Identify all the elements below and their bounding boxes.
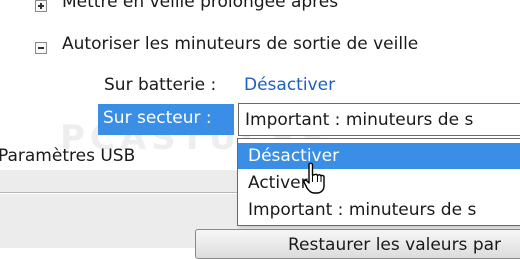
tree-item-parametres-usb[interactable]: Paramètres USB: [0, 146, 135, 166]
mouse-pointer-icon: [303, 162, 325, 194]
dropdown-option-label: Activer: [248, 173, 308, 193]
dropdown-option-label: Important : minuteurs de s: [248, 200, 477, 220]
sur-batterie-value[interactable]: Désactiver: [244, 75, 335, 95]
sur-secteur-label-text: Sur secteur :: [103, 108, 212, 128]
restore-defaults-button-label: Restaurer les valeurs par: [288, 235, 502, 255]
dropdown-option-desactiver[interactable]: Désactiver: [238, 143, 520, 169]
sur-secteur-combobox-value: Important : minuteurs de s: [245, 110, 474, 130]
restore-defaults-button[interactable]: Restaurer les valeurs par: [195, 229, 520, 259]
sur-batterie-label: Sur batterie :: [104, 75, 217, 95]
sur-secteur-combobox[interactable]: Important : minuteurs de s: [238, 103, 520, 136]
minus-collapser-icon[interactable]: [35, 42, 47, 54]
dropdown-option-activer[interactable]: Activer: [238, 170, 520, 196]
tree-item-veille-prolongee[interactable]: Mettre en veille prolongée après: [62, 0, 338, 12]
sur-secteur-dropdown-list[interactable]: Désactiver Activer Important : minuteurs…: [237, 138, 520, 226]
plus-expander-icon[interactable]: [35, 0, 47, 12]
sur-secteur-label[interactable]: Sur secteur :: [98, 104, 234, 135]
tree-item-autoriser-minuteurs[interactable]: Autoriser les minuteurs de sortie de vei…: [62, 34, 418, 54]
dropdown-option-important[interactable]: Important : minuteurs de s: [238, 197, 520, 223]
